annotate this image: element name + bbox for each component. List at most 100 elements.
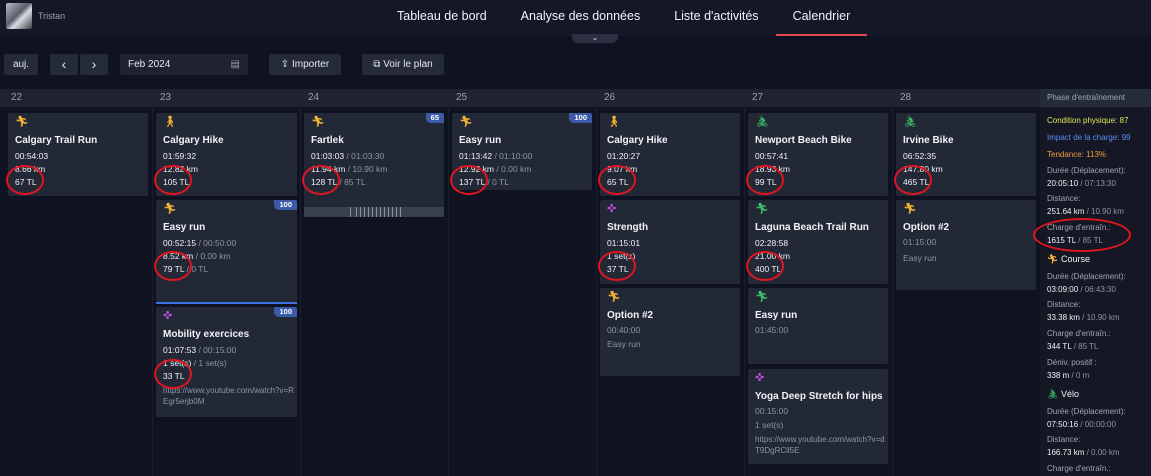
load-impact-stat: Impact de la charge: 99 <box>1047 133 1131 142</box>
tab-dashboard[interactable]: Tableau de bord <box>380 0 504 36</box>
annotation-circle <box>302 165 340 195</box>
actual-value: 338 m <box>1047 371 1070 380</box>
run-section: 🏃︎ Course <box>1047 254 1090 265</box>
planned-value: / 0 m <box>1069 371 1090 380</box>
planned-value: / 06:43:30 <box>1078 285 1116 294</box>
annotation-circle <box>154 359 192 389</box>
strength-icon: ✜ <box>607 203 617 215</box>
bike-icon: 🚴︎ <box>755 116 769 128</box>
day-24: 24 <box>308 92 320 103</box>
activity-title: Fartlek <box>311 135 344 146</box>
actual-value: 00:52:15 <box>163 238 197 248</box>
annotation-circle <box>6 165 44 195</box>
planned-value: / 0.00 km <box>193 251 231 261</box>
tab-calendar[interactable]: Calendrier <box>775 0 868 36</box>
chevron-right-icon: › <box>91 56 97 72</box>
planned-activity-card[interactable]: 🏃︎ Easy run 01:45:00 <box>748 288 888 364</box>
planned-activity-card[interactable]: 🏃︎ Option #2 01:15:00 Easy run <box>896 200 1036 290</box>
activity-link[interactable]: https://www.youtube.com/watch?v=dT9DgRCl… <box>755 434 887 456</box>
user-name: Tristan <box>38 11 66 21</box>
activity-duration: 06:52:35 <box>903 151 937 161</box>
run-duration-label: Durée (Déplacement): <box>1047 272 1126 281</box>
planned-value: / 85 TL <box>337 177 366 187</box>
yoga-icon: ✜ <box>755 372 765 384</box>
run-icon: 🏃︎ <box>459 116 473 128</box>
planned-value: / 07:13:30 <box>1078 179 1116 188</box>
compliance-badge: 100 <box>569 113 592 123</box>
planned-duration: 01:15:00 <box>903 237 937 247</box>
activity-title: Calgary Trail Run <box>15 135 98 146</box>
bike-load-label: Charge d'entraîn.: <box>1047 464 1111 473</box>
top-bar: Tristan Tableau de bord Analyse des donn… <box>0 0 1151 36</box>
activity-duration: 00:52:15 / 00:50:00 <box>163 238 236 248</box>
tab-activity-list[interactable]: Liste d'activités <box>657 0 775 36</box>
activity-title: Calgary Hike <box>607 135 668 146</box>
panel-title: Phase d'entraînement <box>1040 89 1151 107</box>
avatar[interactable] <box>6 3 32 29</box>
duration-label: Durée (Déplacement): <box>1047 166 1126 175</box>
annotation-circle <box>154 251 192 281</box>
trend-stat: Tendance: 113% <box>1047 150 1107 159</box>
month-value: Feb 2024 <box>128 59 171 70</box>
column-divider <box>892 89 893 476</box>
planned-value: / 85 TL <box>1071 342 1099 351</box>
activity-link[interactable]: https://www.youtube.com/watch?v=REgr5erj… <box>163 385 295 407</box>
day-23: 23 <box>160 92 172 103</box>
activity-title: Irvine Bike <box>903 135 954 146</box>
annotation-circle <box>746 165 784 195</box>
app-window: Tristan Tableau de bord Analyse des donn… <box>0 0 1151 476</box>
section-title: Course <box>1060 254 1090 264</box>
activity-duration: 00:54:03 <box>15 151 49 161</box>
import-icon: ⇪ <box>280 59 292 70</box>
planned-activity-card[interactable]: 🏃︎ Option #2 00:40:00 Easy run <box>600 288 740 376</box>
run-icon: 🏃︎ <box>755 291 769 303</box>
planned-value: / 00:15:00 <box>196 345 237 355</box>
fitness-stat: Condition physique: 87 <box>1047 116 1129 125</box>
activity-title: Easy run <box>163 222 206 233</box>
planned-value: / 00:00:00 <box>1078 420 1116 429</box>
activity-title: Option #2 <box>903 222 950 233</box>
bike-duration-value: 07:50:16 / 00:00:00 <box>1047 420 1116 429</box>
interval-profile <box>304 207 444 217</box>
activity-title: Easy run <box>755 310 798 321</box>
run-icon: 🏃︎ <box>163 203 177 215</box>
run-icon: 🏃︎ <box>311 116 325 128</box>
planned-value: / 01:03:30 <box>344 151 385 161</box>
run-load-value: 344 TL / 85 TL <box>1047 342 1098 351</box>
activity-duration: 01:13:42 / 01:10:00 <box>459 151 532 161</box>
distance-value: 251.64 km / 10.90 km <box>1047 207 1124 216</box>
hike-icon: 🚶︎ <box>607 116 621 128</box>
next-button[interactable]: › <box>80 54 108 75</box>
day-28: 28 <box>900 92 912 103</box>
day-26: 26 <box>604 92 616 103</box>
prev-button[interactable]: ‹ <box>50 54 78 75</box>
activity-duration: 01:15:01 <box>607 238 641 248</box>
import-button[interactable]: ⇪ Importer <box>269 54 341 75</box>
planned-value: / 0.00 km <box>493 164 532 174</box>
compliance-badge: 100 <box>274 307 297 317</box>
import-label: Importer <box>291 59 330 70</box>
actual-value: 344 TL <box>1047 342 1072 351</box>
bike-icon: 🚴︎ <box>903 116 917 128</box>
annotation-circle <box>598 165 636 195</box>
planned-duration: 00:15:00 <box>755 406 789 416</box>
view-plan-button[interactable]: ⧉ Voir le plan <box>362 54 444 75</box>
actual-value: 251.64 km <box>1047 207 1085 216</box>
actual-value: 01:03:03 <box>311 151 345 161</box>
planned-type: Easy run <box>903 253 937 263</box>
activity-duration: 01:03:03 / 01:03:30 <box>311 151 384 161</box>
chevron-down-icon[interactable]: ⌄ <box>572 34 618 43</box>
bike-distance-label: Distance: <box>1047 435 1081 444</box>
month-picker[interactable]: Feb 2024 ▤ <box>120 54 248 75</box>
annotation-circle <box>1033 218 1131 252</box>
planned-type: Easy run <box>607 339 641 349</box>
view-plan-label: Voir le plan <box>383 59 433 70</box>
planned-value: / 0 TL <box>485 177 509 187</box>
today-button[interactable]: auj. <box>4 54 38 75</box>
run-icon: 🏃︎ <box>1047 254 1059 264</box>
annotation-circle <box>746 251 784 281</box>
planned-activity-card[interactable]: ✜ Yoga Deep Stretch for hips 00:15:00 1 … <box>748 369 888 464</box>
run-elevation-value: 338 m / 0 m <box>1047 371 1089 380</box>
column-divider <box>152 89 153 476</box>
tab-data-analysis[interactable]: Analyse des données <box>504 0 658 36</box>
